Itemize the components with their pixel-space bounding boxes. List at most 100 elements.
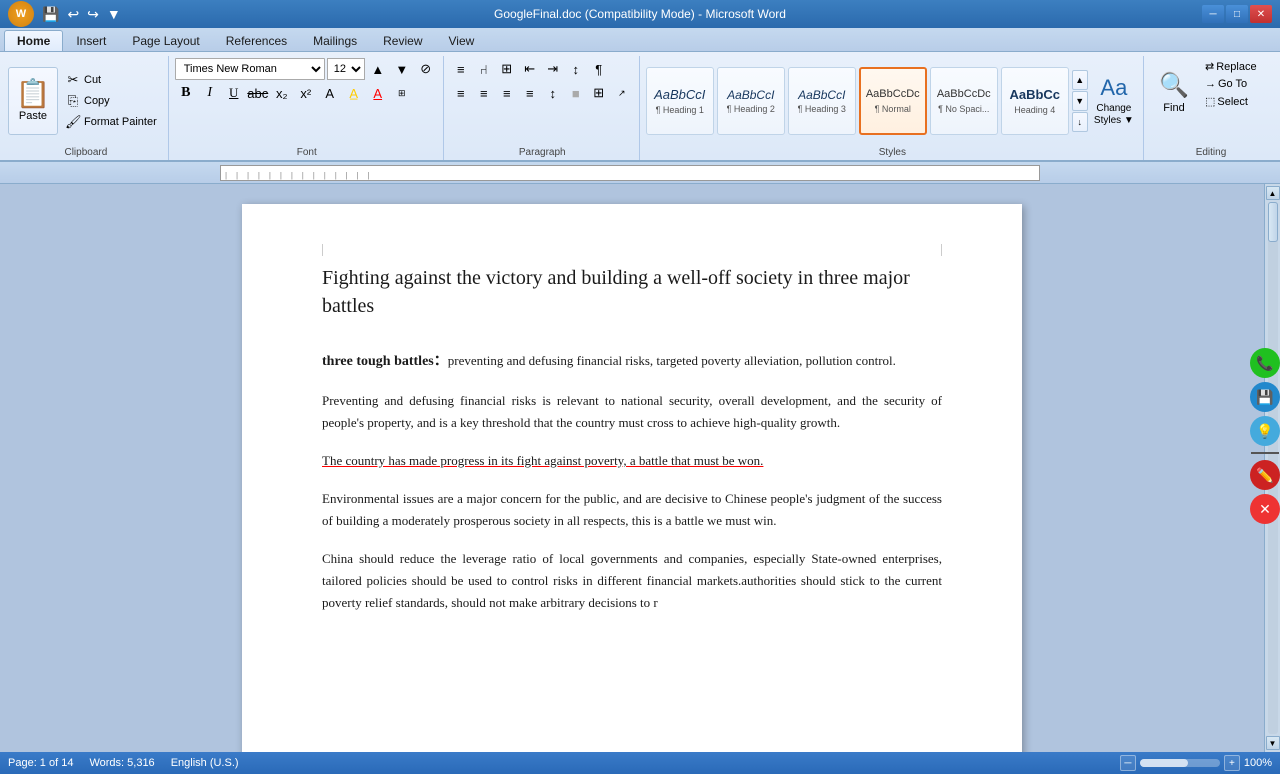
paragraph-dialog-button[interactable]: ↗ <box>611 82 633 104</box>
font-group-dialog-button[interactable]: ⊞ <box>391 82 413 104</box>
style-heading4[interactable]: AaBbCc Heading 4 <box>1001 67 1069 135</box>
select-icon: ⬚ <box>1205 95 1215 108</box>
style-heading2-preview: AaBbCcI <box>727 88 774 102</box>
float-call-button[interactable]: 📞 <box>1250 348 1280 378</box>
office-button[interactable]: W <box>8 1 34 27</box>
zoom-out-button[interactable]: ─ <box>1120 755 1136 771</box>
redo-qa-btn[interactable]: ↪ <box>85 4 101 25</box>
close-button[interactable]: ✕ <box>1250 5 1272 23</box>
italic-button[interactable]: I <box>199 82 221 104</box>
style-normal-preview: AaBbCcDc <box>866 88 920 101</box>
font-size-increase-button[interactable]: ▲ <box>367 58 389 80</box>
replace-button[interactable]: ⇄ Replace <box>1200 58 1270 75</box>
goto-icon: → <box>1205 78 1216 90</box>
tab-insert[interactable]: Insert <box>63 30 119 51</box>
align-left-button[interactable]: ≡ <box>450 82 472 104</box>
clear-formatting-button[interactable]: ⊘ <box>415 58 437 80</box>
align-right-button[interactable]: ≡ <box>496 82 518 104</box>
subscript-button[interactable]: x₂ <box>271 82 293 104</box>
paste-label: Paste <box>19 110 47 122</box>
borders-button[interactable]: ⊞ <box>588 82 610 104</box>
line-spacing-button[interactable]: ↕ <box>542 82 564 104</box>
status-bar: Page: 1 of 14 Words: 5,316 English (U.S.… <box>0 752 1280 774</box>
superscript-button[interactable]: x² <box>295 82 317 104</box>
paragraph-group-content: ≡ ⑁ ⊞ ⇤ ⇥ ↕ ¶ ≡ ≡ ≡ ≡ ↕ ■ ⊞ ↗ <box>450 58 633 158</box>
tab-mailings[interactable]: Mailings <box>300 30 370 51</box>
scroll-up-button[interactable]: ▲ <box>1266 186 1280 200</box>
tab-page-layout[interactable]: Page Layout <box>119 30 212 51</box>
strikethrough-button[interactable]: abc <box>247 82 269 104</box>
styles-expand[interactable]: ↓ <box>1072 112 1088 132</box>
dropdown-qa-btn[interactable]: ▼ <box>105 4 123 24</box>
show-hide-button[interactable]: ¶ <box>588 58 610 80</box>
float-edit-button[interactable]: ✏️ <box>1250 460 1280 490</box>
increase-indent-button[interactable]: ⇥ <box>542 58 564 80</box>
document-paragraph-4: Environmental issues are a major concern… <box>322 488 942 532</box>
document-page[interactable]: Fighting against the victory and buildin… <box>242 204 1022 752</box>
tab-view[interactable]: View <box>436 30 488 51</box>
ribbon-tabs: Home Insert Page Layout References Maili… <box>0 28 1280 52</box>
style-no-spacing[interactable]: AaBbCcDc ¶ No Spaci... <box>930 67 998 135</box>
align-center-button[interactable]: ≡ <box>473 82 495 104</box>
font-size-decrease-button[interactable]: ▼ <box>391 58 413 80</box>
bold-button[interactable]: B <box>175 82 197 104</box>
highlight-button[interactable]: A̲ <box>343 82 365 104</box>
float-save-button[interactable]: 💾 <box>1250 382 1280 412</box>
styles-scroll-down[interactable]: ▼ <box>1072 91 1088 111</box>
float-close-button[interactable]: ✕ <box>1250 494 1280 524</box>
change-styles-label: ChangeStyles ▼ <box>1094 103 1134 127</box>
paste-icon: 📋 <box>16 80 51 108</box>
editing-small-buttons: ⇄ Replace → Go To ⬚ Select <box>1200 58 1270 110</box>
tab-home[interactable]: Home <box>4 30 63 51</box>
styles-scroll-up[interactable]: ▲ <box>1072 70 1088 90</box>
underline-button[interactable]: U <box>223 82 245 104</box>
find-button[interactable]: 🔍 Find <box>1150 58 1198 126</box>
multilevel-list-button[interactable]: ⊞ <box>496 58 518 80</box>
restore-button[interactable]: □ <box>1226 5 1248 23</box>
zoom-in-button[interactable]: + <box>1224 755 1240 771</box>
style-normal[interactable]: AaBbCcDc ¶ Normal <box>859 67 927 135</box>
goto-button[interactable]: → Go To <box>1200 76 1270 92</box>
sort-button[interactable]: ↕ <box>565 58 587 80</box>
paste-button[interactable]: 📋 Paste <box>8 67 58 135</box>
font-name-row: Times New Roman 12 ▲ ▼ ⊘ <box>175 58 437 80</box>
save-qa-btn[interactable]: 💾 <box>40 4 61 25</box>
bold-intro-text: three tough battles： <box>322 354 448 369</box>
change-styles-button[interactable]: Aa ChangeStyles ▼ <box>1091 67 1137 135</box>
find-icon: 🔍 <box>1159 71 1189 100</box>
format-painter-button[interactable]: 🖌 Format Painter <box>60 112 162 132</box>
style-heading1[interactable]: AaBbCcI ¶ Heading 1 <box>646 67 714 135</box>
replace-label: Replace <box>1216 61 1256 73</box>
scroll-thumb[interactable] <box>1268 202 1278 242</box>
undo-qa-btn[interactable]: ↩ <box>65 4 81 25</box>
zoom-fill <box>1140 759 1188 767</box>
bullets-button[interactable]: ≡ <box>450 58 472 80</box>
tab-review[interactable]: Review <box>370 30 435 51</box>
font-color-button[interactable]: A <box>367 82 389 104</box>
shading-button[interactable]: ■ <box>565 82 587 104</box>
format-painter-label: Format Painter <box>84 116 157 128</box>
decrease-indent-button[interactable]: ⇤ <box>519 58 541 80</box>
float-separator <box>1251 452 1279 454</box>
numbering-button[interactable]: ⑁ <box>473 58 495 80</box>
font-group: Times New Roman 12 ▲ ▼ ⊘ B I U abc x₂ x²… <box>171 56 444 160</box>
text-effects-button[interactable]: A <box>319 82 341 104</box>
font-group-content: Times New Roman 12 ▲ ▼ ⊘ B I U abc x₂ x²… <box>175 58 437 158</box>
select-button[interactable]: ⬚ Select <box>1200 93 1270 110</box>
styles-group-label: Styles <box>642 147 1143 158</box>
style-heading3[interactable]: AaBbCcI ¶ Heading 3 <box>788 67 856 135</box>
scroll-down-button[interactable]: ▼ <box>1266 736 1280 750</box>
style-heading2[interactable]: AaBbCcI ¶ Heading 2 <box>717 67 785 135</box>
justify-button[interactable]: ≡ <box>519 82 541 104</box>
style-heading2-name: ¶ Heading 2 <box>727 104 775 114</box>
tab-references[interactable]: References <box>213 30 300 51</box>
minimize-button[interactable]: ─ <box>1202 5 1224 23</box>
style-heading4-name: Heading 4 <box>1014 105 1055 115</box>
clipboard-group-content: 📋 Paste ✂ Cut ⎘ Copy 🖌 Format Painter <box>8 58 162 158</box>
cut-icon: ✂ <box>65 72 81 88</box>
float-tip-button[interactable]: 💡 <box>1250 416 1280 446</box>
cut-button[interactable]: ✂ Cut <box>60 70 162 90</box>
font-size-select[interactable]: 12 <box>327 58 365 80</box>
copy-button[interactable]: ⎘ Copy <box>60 91 162 111</box>
font-family-select[interactable]: Times New Roman <box>175 58 325 80</box>
